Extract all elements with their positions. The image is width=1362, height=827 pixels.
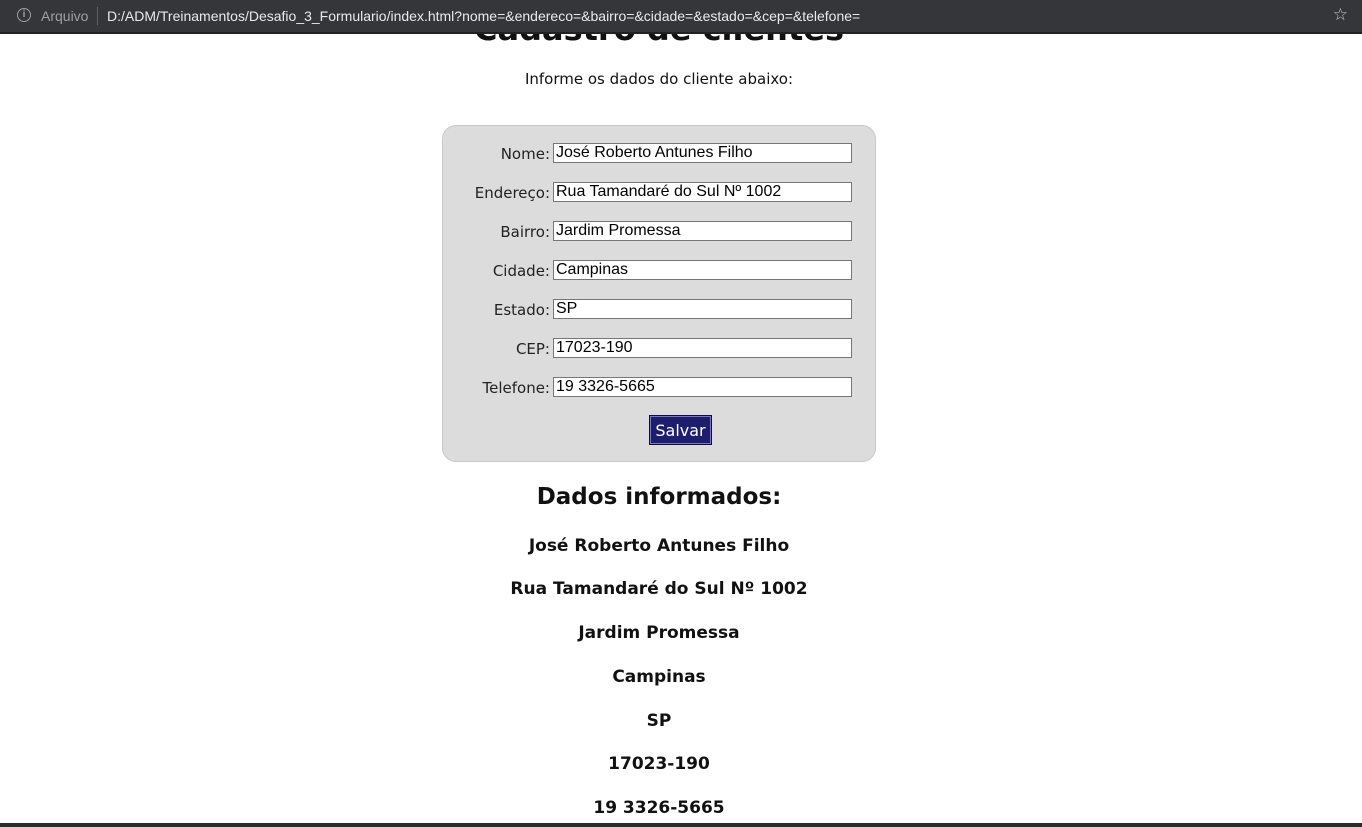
endereco-label: Endereço: [474,184,550,202]
page-title: Cadastro de clientes [0,34,1318,48]
nome-input[interactable] [553,143,852,163]
nome-label: Nome: [500,145,550,163]
window-bottom-edge [0,823,1362,827]
bairro-label: Bairro: [500,223,550,241]
form-row-bairro: Bairro: [443,221,875,243]
url-text[interactable]: D:/ADM/Treinamentos/Desafio_3_Formulario… [107,8,860,24]
estado-label: Estado: [493,301,550,319]
form-row-cep: CEP: [443,338,875,360]
cep-label: CEP: [515,340,550,358]
result-nome: José Roberto Antunes Filho [528,536,790,556]
results-heading: Dados informados: [536,484,782,510]
address-divider [97,7,98,25]
endereco-input[interactable] [553,182,852,202]
result-cidade: Campinas [612,667,706,687]
form-row-telefone: Telefone: [443,377,875,399]
result-estado: SP [646,711,672,731]
cidade-label: Cidade: [492,262,550,280]
page-content: Cadastro de clientes Informe os dados do… [0,34,1362,823]
browser-address-bar: i Arquivo D:/ADM/Treinamentos/Desafio_3_… [0,0,1362,34]
page-subtitle: Informe os dados do cliente abaixo: [524,70,794,88]
form-row-endereco: Endereço: [443,182,875,204]
telefone-label: Telefone: [482,379,551,397]
telefone-input[interactable] [553,377,852,397]
security-label[interactable]: Arquivo [41,8,88,24]
cidade-input[interactable] [553,260,852,280]
form-row-nome: Nome: [443,143,875,165]
result-telefone: 19 3326-5665 [593,798,725,818]
save-button[interactable]: Salvar [649,415,712,445]
result-bairro: Jardim Promessa [578,623,740,643]
bairro-input[interactable] [553,221,852,241]
result-cep: 17023-190 [608,754,710,774]
result-endereco: Rua Tamandaré do Sul Nº 1002 [510,579,808,599]
cep-input[interactable] [553,338,852,358]
customer-form: Nome: Endereço: Bairro: Cidade: Estado: … [442,125,876,462]
bookmark-star-icon[interactable]: ☆ [1333,5,1348,25]
info-icon[interactable]: i [17,8,31,22]
form-row-estado: Estado: [443,299,875,321]
form-row-cidade: Cidade: [443,260,875,282]
estado-input[interactable] [553,299,852,319]
